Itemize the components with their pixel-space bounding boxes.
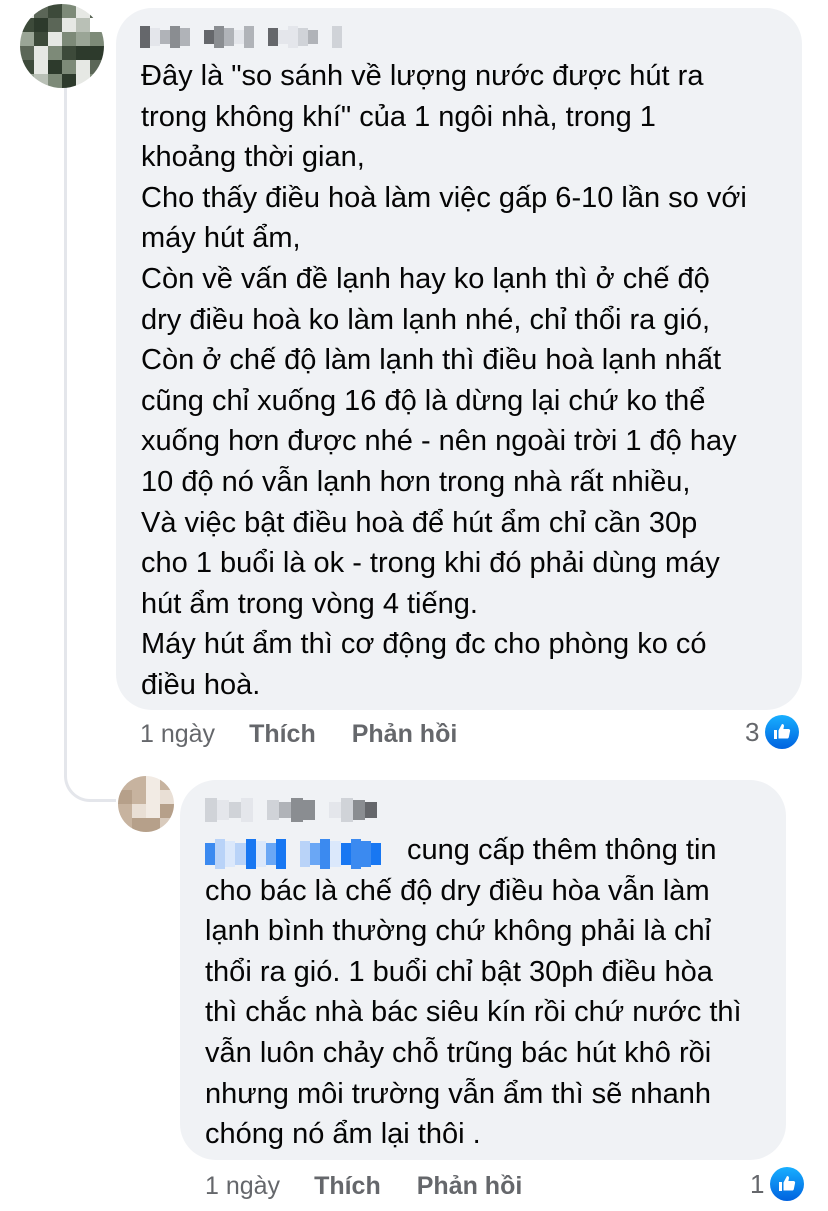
like-icon (765, 715, 800, 749)
reply-body: cung cấp thêm thông tin cho bác là chế đ… (205, 830, 775, 1155)
like-button[interactable]: Thích (249, 720, 316, 749)
comment-timestamp[interactable]: 1 ngày (205, 1172, 280, 1201)
reply-button[interactable]: Phản hồi (417, 1172, 523, 1201)
reaction-summary[interactable]: 3 (745, 715, 800, 749)
reaction-summary[interactable]: 1 (750, 1167, 805, 1201)
comment-actions: 1 ngày Thích Phản hồi (205, 1168, 522, 1204)
reaction-count: 3 (745, 716, 760, 747)
thread-connector-line (64, 64, 67, 772)
comment-body: Đây là "so sánh về lượng nước được hút r… (141, 60, 747, 701)
comment-timestamp[interactable]: 1 ngày (140, 720, 215, 749)
reply-button[interactable]: Phản hồi (352, 720, 458, 749)
avatar[interactable] (118, 776, 174, 832)
author-name-pixelated[interactable] (205, 798, 391, 822)
like-button[interactable]: Thích (314, 1172, 381, 1201)
reaction-count: 1 (750, 1168, 765, 1199)
mention-pixelated[interactable] (205, 838, 395, 870)
like-icon (770, 1167, 805, 1201)
reply-text: cung cấp thêm thông tin cho bác là chế đ… (205, 834, 742, 1151)
avatar[interactable] (20, 4, 104, 88)
reply-connector-curve (64, 740, 116, 802)
author-name-pixelated[interactable] (140, 26, 342, 48)
comment-actions: 1 ngày Thích Phản hồi (140, 716, 457, 752)
